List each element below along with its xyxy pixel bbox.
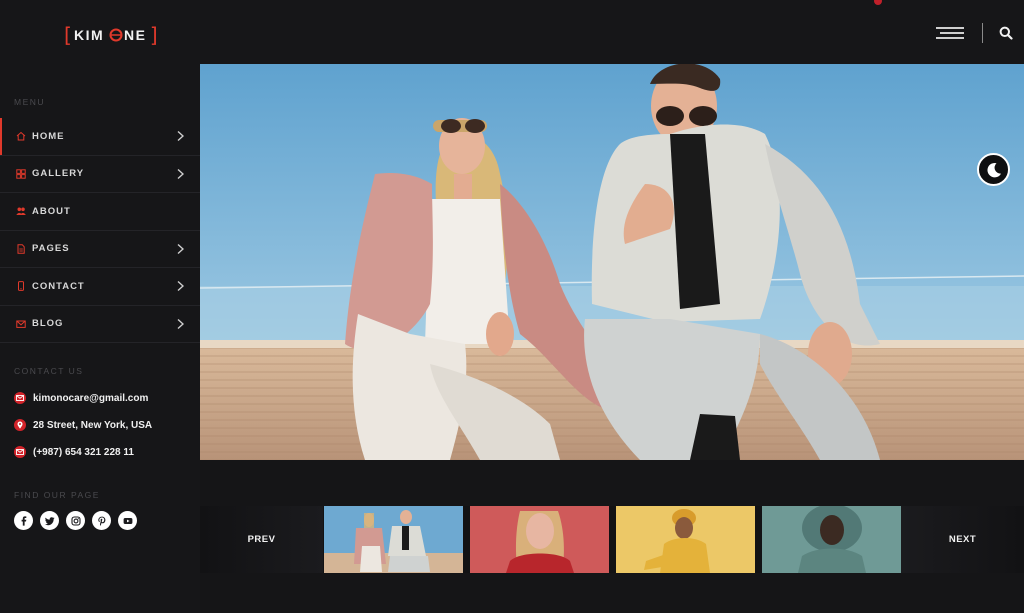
logo-right-bracket: ]	[149, 23, 158, 47]
chevron-right-icon	[177, 168, 184, 179]
users-icon	[16, 207, 26, 216]
home-icon	[16, 132, 26, 141]
slider-thumbnail-strip: PREV NEXT	[200, 506, 1024, 573]
chevron-right-icon	[177, 243, 184, 254]
notification-dot	[874, 0, 882, 5]
sidebar-item-about[interactable]: ABOUT	[0, 193, 200, 231]
twitter-icon[interactable]	[40, 511, 59, 530]
sidebar-item-pages[interactable]: PAGES	[0, 231, 200, 268]
next-button[interactable]: NEXT	[901, 506, 1024, 573]
sidebar-item-label: PAGES	[32, 243, 70, 255]
social-links	[14, 511, 144, 530]
youtube-icon[interactable]	[118, 511, 137, 530]
brand-logo[interactable]: [ KIM NE ]	[64, 24, 158, 46]
contact-email[interactable]: kimonocare@gmail.com	[14, 392, 194, 404]
gallery-icon	[16, 169, 26, 179]
prev-button[interactable]: PREV	[200, 506, 323, 573]
red-portrait-thumbnail[interactable]	[470, 506, 609, 573]
hero-slide-image	[200, 64, 1024, 460]
header-divider	[982, 23, 983, 43]
sidebar-item-blog[interactable]: BLOG	[0, 306, 200, 343]
social-section-title: FIND OUR PAGE	[14, 490, 100, 500]
sidebar-item-label: ABOUT	[32, 205, 71, 217]
contact-email-text: kimonocare@gmail.com	[33, 392, 149, 404]
hamburger-icon[interactable]	[936, 27, 966, 39]
facebook-icon[interactable]	[14, 511, 33, 530]
sidebar: MENU HOME GALLERY ABOUT PAGES CONTACT BL…	[0, 64, 200, 613]
couple-fashion-thumbnail[interactable]	[324, 506, 463, 573]
menu-section-title: MENU	[14, 97, 46, 107]
sidebar-menu: HOME GALLERY ABOUT PAGES CONTACT BLOG	[0, 118, 200, 343]
yellow-portrait-thumbnail[interactable]	[616, 506, 755, 573]
contact-address: 28 Street, New York, USA	[14, 419, 194, 431]
top-header: [ KIM NE ]	[0, 0, 1024, 64]
phone-icon	[18, 281, 24, 292]
sidebar-item-home[interactable]: HOME	[0, 118, 200, 156]
svg-text:NE: NE	[124, 27, 146, 43]
phone-icon	[14, 446, 26, 458]
contact-section-title: CONTACT US	[14, 366, 84, 376]
pinterest-icon[interactable]	[92, 511, 111, 530]
sidebar-item-label: CONTACT	[32, 280, 85, 292]
logo-left-bracket: [	[64, 23, 72, 47]
sidebar-item-gallery[interactable]: GALLERY	[0, 156, 200, 193]
chevron-right-icon	[177, 281, 184, 292]
mail-icon	[16, 320, 26, 328]
teal-portrait-thumbnail[interactable]	[762, 506, 901, 573]
contact-phone[interactable]: (+987) 654 321 228 11	[14, 446, 194, 458]
mail-icon	[14, 392, 26, 404]
file-icon	[17, 244, 25, 254]
fashion-couple-photo	[200, 64, 1024, 460]
search-icon[interactable]	[999, 26, 1013, 40]
svg-text:KIM: KIM	[74, 27, 104, 43]
sidebar-item-label: BLOG	[32, 318, 64, 330]
instagram-icon[interactable]	[66, 511, 85, 530]
sidebar-item-contact[interactable]: CONTACT	[0, 268, 200, 306]
sidebar-item-label: GALLERY	[32, 168, 85, 180]
moon-icon[interactable]	[977, 153, 1010, 186]
contact-phone-text: (+987) 654 321 228 11	[33, 446, 134, 458]
logo-wordmark: KIM NE	[74, 27, 146, 43]
sidebar-item-label: HOME	[32, 130, 65, 142]
chevron-right-icon	[177, 318, 184, 329]
location-pin-icon	[14, 419, 26, 431]
contact-address-text: 28 Street, New York, USA	[33, 419, 153, 431]
chevron-right-icon	[177, 131, 184, 142]
